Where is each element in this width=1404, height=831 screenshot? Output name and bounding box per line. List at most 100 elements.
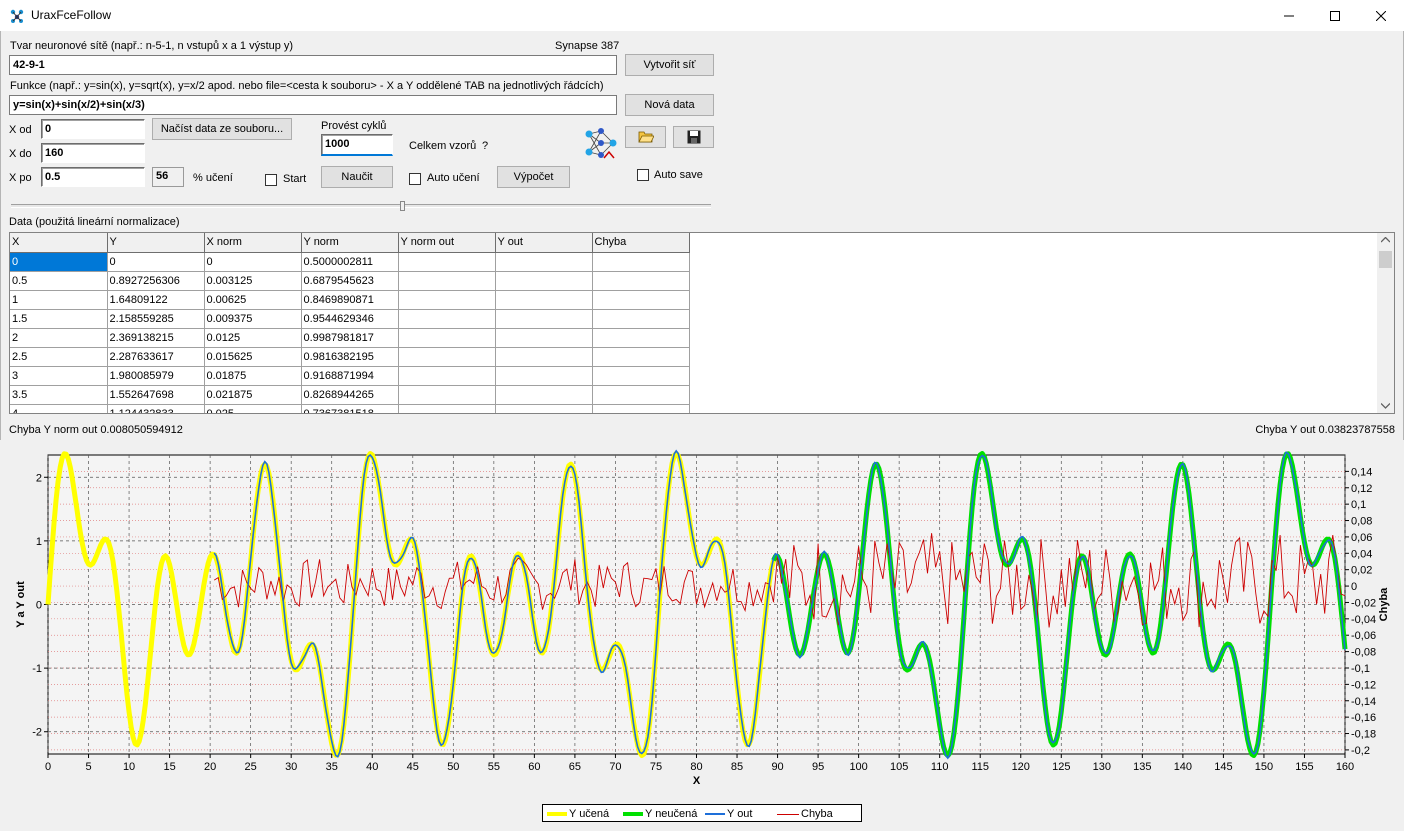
table-row[interactable]: 4 1.124432833 0.025 0.7367381518 bbox=[10, 404, 690, 413]
column-header-y-norm-out[interactable]: Y norm out bbox=[398, 233, 496, 253]
cell-y-norm[interactable]: 0.9168871994 bbox=[301, 366, 399, 386]
cell-y-norm-out[interactable] bbox=[398, 404, 496, 413]
column-header-error[interactable]: Chyba bbox=[592, 233, 690, 253]
title-bar[interactable]: UraxFceFollow bbox=[0, 0, 1404, 31]
cell-error[interactable] bbox=[592, 271, 690, 291]
cell-x[interactable]: 2.5 bbox=[10, 347, 108, 367]
cell-error[interactable] bbox=[592, 366, 690, 386]
net-shape-input[interactable]: 42-9-1 bbox=[9, 55, 617, 75]
cell-error[interactable] bbox=[592, 252, 690, 272]
x-to-input[interactable]: 160 bbox=[41, 143, 145, 163]
column-header-y[interactable]: Y bbox=[107, 233, 205, 253]
table-row[interactable]: 2.5 2.287633617 0.015625 0.9816382195 bbox=[10, 347, 690, 367]
create-net-button[interactable]: Vytvořit síť bbox=[625, 54, 714, 76]
cell-y-out[interactable] bbox=[495, 404, 593, 413]
cell-y-norm-out[interactable] bbox=[398, 385, 496, 405]
cell-y-out[interactable] bbox=[495, 328, 593, 348]
table-row[interactable]: 0 0 0 0.5000002811 bbox=[10, 252, 690, 272]
cell-y-norm-out[interactable] bbox=[398, 347, 496, 367]
cell-error[interactable] bbox=[592, 404, 690, 413]
cell-y-norm-out[interactable] bbox=[398, 290, 496, 310]
load-file-button[interactable]: Načíst data ze souboru... bbox=[152, 118, 292, 140]
table-row[interactable]: 0.5 0.8927256306 0.003125 0.6879545623 bbox=[10, 271, 690, 291]
cell-x[interactable]: 4 bbox=[10, 404, 108, 413]
cell-y[interactable]: 1.980085979 bbox=[107, 366, 205, 386]
cell-y-norm[interactable]: 0.9816382195 bbox=[301, 347, 399, 367]
cell-y-norm-out[interactable] bbox=[398, 309, 496, 329]
maximize-button[interactable] bbox=[1312, 0, 1358, 31]
cell-x[interactable]: 0.5 bbox=[10, 271, 108, 291]
cell-x[interactable]: 1 bbox=[10, 290, 108, 310]
table-row[interactable]: 1.5 2.158559285 0.009375 0.9544629346 bbox=[10, 309, 690, 329]
cell-x-norm[interactable]: 0.0125 bbox=[204, 328, 302, 348]
table-row[interactable]: 2 2.369138215 0.0125 0.9987981817 bbox=[10, 328, 690, 348]
training-progress-track[interactable] bbox=[11, 204, 711, 208]
cell-y-norm-out[interactable] bbox=[398, 366, 496, 386]
save-file-button[interactable] bbox=[673, 126, 714, 148]
scroll-down-icon[interactable] bbox=[1381, 403, 1390, 409]
table-row[interactable]: 3 1.980085979 0.01875 0.9168871994 bbox=[10, 366, 690, 386]
cell-x-norm[interactable]: 0.021875 bbox=[204, 385, 302, 405]
cell-y[interactable]: 2.158559285 bbox=[107, 309, 205, 329]
grid-vertical-scrollbar[interactable] bbox=[1377, 233, 1394, 413]
cell-y-norm-out[interactable] bbox=[398, 328, 496, 348]
cell-y-norm-out[interactable] bbox=[398, 271, 496, 291]
cell-x[interactable]: 2 bbox=[10, 328, 108, 348]
column-header-y-norm[interactable]: Y norm bbox=[301, 233, 399, 253]
column-header-x[interactable]: X bbox=[10, 233, 108, 253]
cell-y-out[interactable] bbox=[495, 309, 593, 329]
cell-y-out[interactable] bbox=[495, 385, 593, 405]
cell-x[interactable]: 3 bbox=[10, 366, 108, 386]
cell-y-norm[interactable]: 0.7367381518 bbox=[301, 404, 399, 413]
cell-x-norm[interactable]: 0.003125 bbox=[204, 271, 302, 291]
cell-y-norm[interactable]: 0.5000002811 bbox=[301, 252, 399, 272]
compute-button[interactable]: Výpočet bbox=[497, 166, 570, 188]
data-grid[interactable]: X Y X norm Y norm Y norm out Y out Chyba… bbox=[9, 232, 1395, 414]
new-data-button[interactable]: Nová data bbox=[625, 94, 714, 116]
cell-y[interactable]: 1.552647698 bbox=[107, 385, 205, 405]
learn-button[interactable]: Naučit bbox=[321, 166, 393, 188]
cell-y[interactable]: 2.369138215 bbox=[107, 328, 205, 348]
cell-y[interactable]: 1.124432833 bbox=[107, 404, 205, 413]
start-checkbox[interactable] bbox=[265, 174, 277, 186]
close-button[interactable] bbox=[1358, 0, 1404, 31]
cell-x[interactable]: 3.5 bbox=[10, 385, 108, 405]
cell-y-out[interactable] bbox=[495, 290, 593, 310]
column-header-x-norm[interactable]: X norm bbox=[204, 233, 302, 253]
cell-x[interactable]: 0 bbox=[10, 252, 108, 272]
cell-y[interactable]: 0 bbox=[107, 252, 205, 272]
open-file-button[interactable] bbox=[625, 126, 666, 148]
scroll-thumb[interactable] bbox=[1379, 251, 1392, 268]
cell-x-norm[interactable]: 0.025 bbox=[204, 404, 302, 413]
cell-x[interactable]: 1.5 bbox=[10, 309, 108, 329]
cell-error[interactable] bbox=[592, 309, 690, 329]
cell-x-norm[interactable]: 0.015625 bbox=[204, 347, 302, 367]
scroll-up-icon[interactable] bbox=[1381, 237, 1390, 243]
table-row[interactable]: 1 1.64809122 0.00625 0.8469890871 bbox=[10, 290, 690, 310]
auto-save-checkbox[interactable] bbox=[637, 169, 649, 181]
cell-error[interactable] bbox=[592, 328, 690, 348]
column-header-y-out[interactable]: Y out bbox=[495, 233, 593, 253]
cell-x-norm[interactable]: 0 bbox=[204, 252, 302, 272]
cell-y-out[interactable] bbox=[495, 366, 593, 386]
cell-error[interactable] bbox=[592, 290, 690, 310]
function-input[interactable]: y=sin(x)+sin(x/2)+sin(x/3) bbox=[9, 95, 617, 115]
minimize-button[interactable] bbox=[1266, 0, 1312, 31]
cell-x-norm[interactable]: 0.01875 bbox=[204, 366, 302, 386]
cell-error[interactable] bbox=[592, 347, 690, 367]
cell-y[interactable]: 1.64809122 bbox=[107, 290, 205, 310]
cell-y-norm-out[interactable] bbox=[398, 252, 496, 272]
cell-x-norm[interactable]: 0.009375 bbox=[204, 309, 302, 329]
auto-learn-checkbox[interactable] bbox=[409, 173, 421, 185]
training-progress-thumb[interactable] bbox=[400, 201, 405, 211]
x-step-input[interactable]: 0.5 bbox=[41, 167, 145, 187]
cycles-input[interactable]: 1000 bbox=[321, 134, 393, 156]
cell-y-norm[interactable]: 0.6879545623 bbox=[301, 271, 399, 291]
cell-y-norm[interactable]: 0.8469890871 bbox=[301, 290, 399, 310]
cell-y[interactable]: 0.8927256306 bbox=[107, 271, 205, 291]
cell-y-out[interactable] bbox=[495, 347, 593, 367]
table-row[interactable]: 3.5 1.552647698 0.021875 0.8268944265 bbox=[10, 385, 690, 405]
cell-error[interactable] bbox=[592, 385, 690, 405]
cell-y-norm[interactable]: 0.9987981817 bbox=[301, 328, 399, 348]
cell-y-norm[interactable]: 0.9544629346 bbox=[301, 309, 399, 329]
